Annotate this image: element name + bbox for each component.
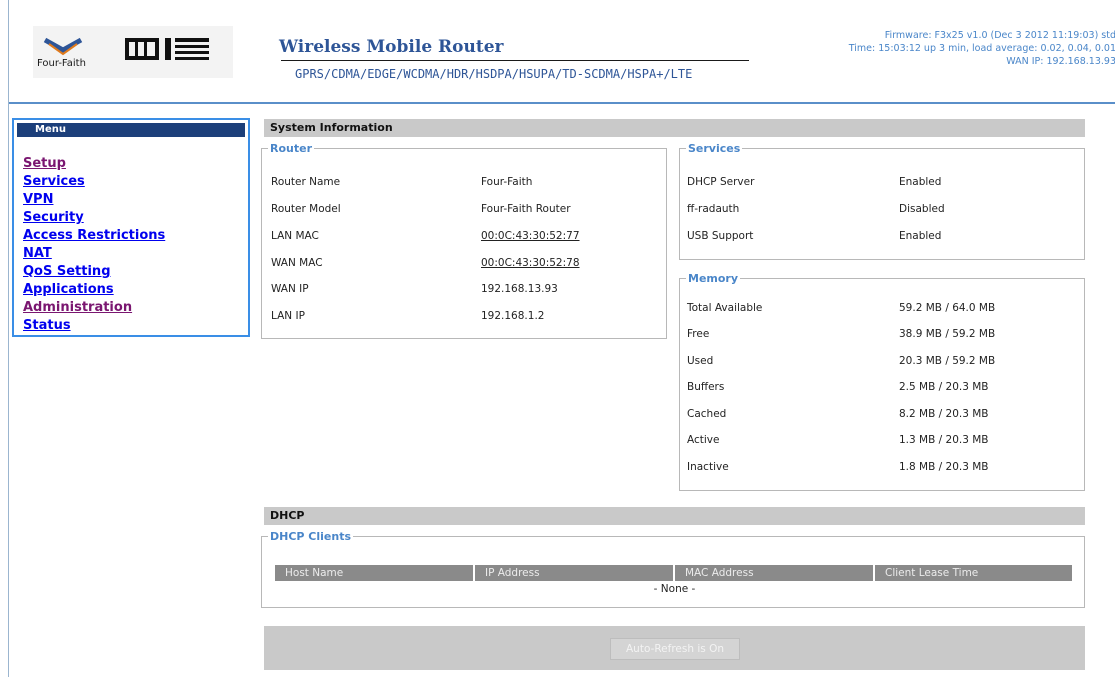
column-mac-address[interactable]: MAC Address — [675, 565, 875, 581]
buffers-value: 2.5 MB / 20.3 MB — [899, 381, 989, 393]
memory-legend: Memory — [688, 272, 739, 285]
dhcp-server-label: DHCP Server — [687, 176, 755, 188]
column-client-lease-time[interactable]: Client Lease Time — [875, 565, 1074, 581]
inactive-label: Inactive — [687, 461, 729, 473]
dhcp-clients-table: Host Name IP Address MAC Address Client … — [275, 565, 1074, 595]
used-value: 20.3 MB / 59.2 MB — [899, 355, 996, 367]
page-frame: Four-Faith Wireless Mobile Router GPRS/C… — [8, 0, 1115, 677]
sidebar-menu: Menu Setup Services VPN Security Access … — [12, 118, 250, 337]
ff-radauth-label: ff-radauth — [687, 203, 740, 215]
wan-ip-label: WAN IP — [271, 283, 309, 295]
router-legend: Router — [270, 142, 313, 155]
inactive-value: 1.8 MB / 20.3 MB — [899, 461, 989, 473]
menu-title: Menu — [17, 123, 245, 137]
usb-support-value: Enabled — [899, 230, 942, 242]
logo: Four-Faith — [33, 26, 233, 78]
menu-item-qos-setting[interactable]: QoS Setting — [23, 263, 165, 281]
firmware-info: Firmware: F3x25 v1.0 (Dec 3 2012 11:19:0… — [849, 29, 1115, 68]
menu-item-status[interactable]: Status — [23, 317, 165, 335]
menu-item-nat[interactable]: NAT — [23, 245, 165, 263]
table-header-row: Host Name IP Address MAC Address Client … — [275, 565, 1074, 581]
product-title: Wireless Mobile Router — [279, 37, 504, 57]
free-label: Free — [687, 328, 710, 340]
header: Four-Faith Wireless Mobile Router GPRS/C… — [9, 0, 1115, 104]
dhcp-clients-legend: DHCP Clients — [270, 530, 352, 543]
router-model-value: Four-Faith Router — [481, 203, 571, 215]
firmware-version: Firmware: F3x25 v1.0 (Dec 3 2012 11:19:0… — [884, 30, 1115, 41]
ff-radauth-value: Disabled — [899, 203, 945, 215]
menu-item-security[interactable]: Security — [23, 209, 165, 227]
router-model-label: Router Model — [271, 203, 341, 215]
usb-support-label: USB Support — [687, 230, 754, 242]
router-name-label: Router Name — [271, 176, 341, 188]
dhcp-section-header: DHCP — [261, 507, 1085, 525]
wan-ip-info: WAN IP: 192.168.13.93 — [1006, 56, 1115, 67]
dhcp-server-value: Enabled — [899, 176, 942, 188]
menu-item-administration[interactable]: Administration — [23, 299, 165, 317]
menu-item-access-restrictions[interactable]: Access Restrictions — [23, 227, 165, 245]
services-legend: Services — [688, 142, 741, 155]
menu-item-applications[interactable]: Applications — [23, 281, 165, 299]
wan-ip-value: 192.168.13.93 — [481, 283, 558, 295]
free-value: 38.9 MB / 59.2 MB — [899, 328, 996, 340]
cached-label: Cached — [687, 408, 727, 420]
footer-bar: Auto-Refresh is On — [261, 626, 1085, 670]
menu-item-services[interactable]: Services — [23, 173, 165, 191]
title-divider — [281, 60, 749, 61]
active-value: 1.3 MB / 20.3 MB — [899, 434, 989, 446]
logo-caption: Four-Faith — [37, 58, 86, 69]
buffers-label: Buffers — [687, 381, 725, 393]
lan-mac-label: LAN MAC — [271, 230, 319, 242]
menu-item-setup[interactable]: Setup — [23, 155, 165, 173]
total-available-label: Total Available — [687, 302, 763, 314]
system-information-header: System Information — [261, 119, 1085, 137]
lan-ip-value: 192.168.1.2 — [481, 310, 545, 322]
wan-mac-value[interactable]: 00:0C:43:30:52:78 — [481, 257, 580, 269]
empty-table-text: - None - — [653, 583, 696, 595]
column-host-name[interactable]: Host Name — [275, 565, 475, 581]
menu-list: Setup Services VPN Security Access Restr… — [23, 155, 165, 335]
total-available-value: 59.2 MB / 64.0 MB — [899, 302, 996, 314]
lan-ip-label: LAN IP — [271, 310, 305, 322]
lan-mac-value[interactable]: 00:0C:43:30:52:77 — [481, 230, 580, 242]
auto-refresh-button[interactable]: Auto-Refresh is On — [610, 638, 740, 660]
services-fieldset: Services — [679, 142, 1085, 260]
cached-value: 8.2 MB / 20.3 MB — [899, 408, 989, 420]
menu-item-vpn[interactable]: VPN — [23, 191, 165, 209]
active-label: Active — [687, 434, 720, 446]
router-name-value: Four-Faith — [481, 176, 533, 188]
wan-mac-label: WAN MAC — [271, 257, 323, 269]
used-label: Used — [687, 355, 714, 367]
column-ip-address[interactable]: IP Address — [475, 565, 675, 581]
product-subtitle: GPRS/CDMA/EDGE/WCDMA/HDR/HSDPA/HSUPA/TD-… — [295, 67, 693, 81]
router-fieldset: Router — [261, 142, 667, 339]
uptime-load: Time: 15:03:12 up 3 min, load average: 0… — [848, 43, 1115, 54]
